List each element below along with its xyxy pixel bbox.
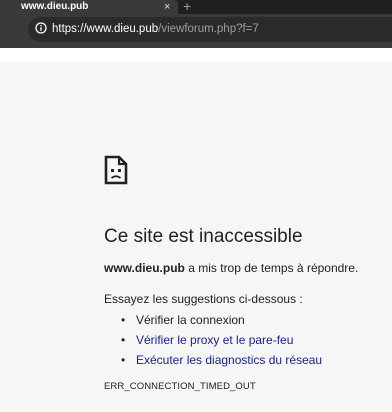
suggestion-check-connection: Vérifier la connexion <box>136 313 245 327</box>
url-path: /viewforum.php?f=7 <box>158 23 259 35</box>
suggestions-heading: Essayez les suggestions ci-dessous : <box>104 292 303 306</box>
bullet-icon: • <box>121 353 126 367</box>
bullet-icon: • <box>121 313 126 327</box>
browser-tab[interactable]: www.dieu.pub × <box>0 0 178 14</box>
tab-close-icon[interactable]: × <box>164 0 170 14</box>
error-host: www.dieu.pub <box>104 261 185 275</box>
error-page: Ce site est inaccessible www.dieu.pub a … <box>0 62 392 412</box>
suggestion-check-proxy-link[interactable]: Vérifier le proxy et le pare-feu <box>136 333 293 347</box>
error-title: Ce site est inaccessible <box>104 226 303 247</box>
suggestion-item: • Exécuter les diagnostics du réseau <box>104 350 322 370</box>
url-host: https://www.dieu.pub <box>52 23 159 35</box>
browser-toolbar: https://www.dieu.pub/viewforum.php?f=7 <box>0 14 392 48</box>
suggestion-item: • Vérifier le proxy et le pare-feu <box>104 330 322 350</box>
tab-strip: www.dieu.pub × + <box>0 0 392 14</box>
error-description: www.dieu.pub a mis trop de temps à répon… <box>104 261 358 275</box>
error-code: ERR_CONNECTION_TIMED_OUT <box>104 381 256 392</box>
toolbar-divider <box>0 48 392 62</box>
sad-document-icon <box>104 155 128 185</box>
tab-title: www.dieu.pub <box>21 1 89 12</box>
error-description-text: a mis trop de temps à répondre. <box>184 261 359 275</box>
suggestion-item: • Vérifier la connexion <box>104 310 322 330</box>
info-icon[interactable] <box>35 22 47 34</box>
url-text[interactable]: https://www.dieu.pub/viewforum.php?f=7 <box>52 17 259 42</box>
bullet-icon: • <box>121 333 126 347</box>
address-bar[interactable]: https://www.dieu.pub/viewforum.php?f=7 <box>28 17 392 42</box>
suggestions-list: • Vérifier la connexion • Vérifier le pr… <box>104 310 322 370</box>
suggestion-run-diagnostics-link[interactable]: Exécuter les diagnostics du réseau <box>136 353 322 367</box>
new-tab-icon[interactable]: + <box>183 0 191 13</box>
